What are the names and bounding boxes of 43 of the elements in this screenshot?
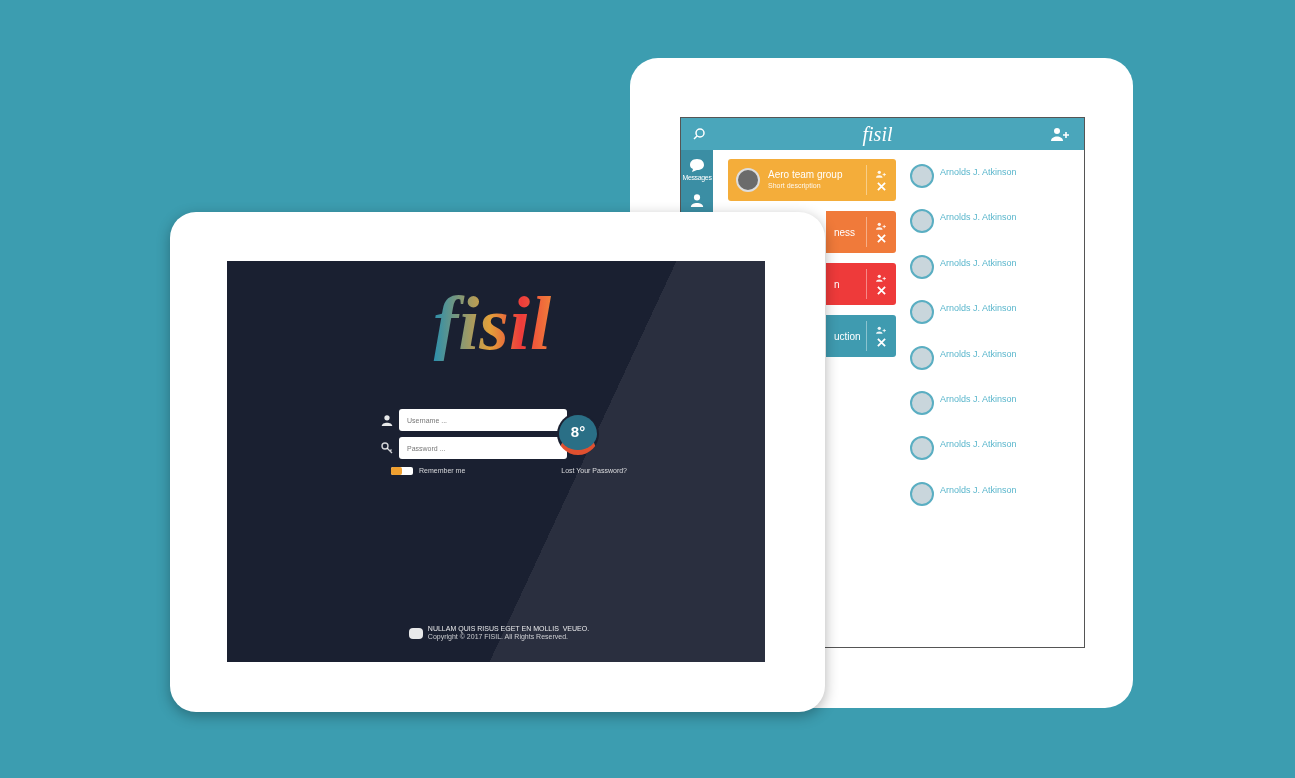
close-icon[interactable] [877,285,886,295]
contact-name[interactable]: Arnolds J. Atkinson [940,211,1017,225]
close-icon[interactable] [877,337,886,347]
app-logo: fisil [862,124,893,144]
search-icon[interactable] [693,128,705,140]
contact-avatar [910,300,934,325]
close-icon[interactable] [877,181,886,191]
contact-avatar [910,390,934,415]
contact-name[interactable]: Arnolds J. Atkinson [940,392,1017,407]
add-user-icon[interactable] [876,221,887,230]
group-name: uction [834,329,861,344]
remember-toggle[interactable] [391,467,413,476]
contact-avatar [910,436,934,461]
user-icon [381,414,393,426]
add-user-icon[interactable] [876,325,887,334]
contact-avatar [910,209,934,234]
user-icon [690,193,704,207]
group-name: Aero team group [768,168,843,181]
contact-name[interactable]: Arnolds J. Atkinson [940,483,1017,498]
contact-name[interactable]: Arnolds J. Atkinson [940,256,1017,271]
contact-avatar [910,164,934,188]
footer-logo-icon [408,627,423,639]
contact-avatar [910,345,934,370]
group-card[interactable]: uction [826,315,896,357]
group-avatar [736,168,760,192]
contact-name[interactable]: Arnolds J. Atkinson [940,166,1017,180]
contact-name[interactable]: Arnolds J. Atkinson [940,302,1017,316]
group-name: ness [834,225,856,240]
contact-avatar [910,481,934,506]
group-card[interactable]: ness [826,211,896,253]
add-user-icon[interactable] [876,169,887,178]
contact-name[interactable]: Arnolds J. Atkinson [940,347,1017,362]
add-user-icon[interactable] [876,273,887,282]
close-icon[interactable] [877,233,886,243]
group-card[interactable]: n [826,263,896,305]
key-icon [381,442,393,454]
chat-bubble-icon [689,158,705,172]
group-name: n [834,277,840,292]
contact-name[interactable]: Arnolds J. Atkinson [940,438,1017,452]
contact-avatar [910,254,934,279]
add-user-icon[interactable] [1050,127,1072,141]
login-button[interactable]: 8° [557,413,599,455]
profile-tab[interactable] [690,193,704,207]
